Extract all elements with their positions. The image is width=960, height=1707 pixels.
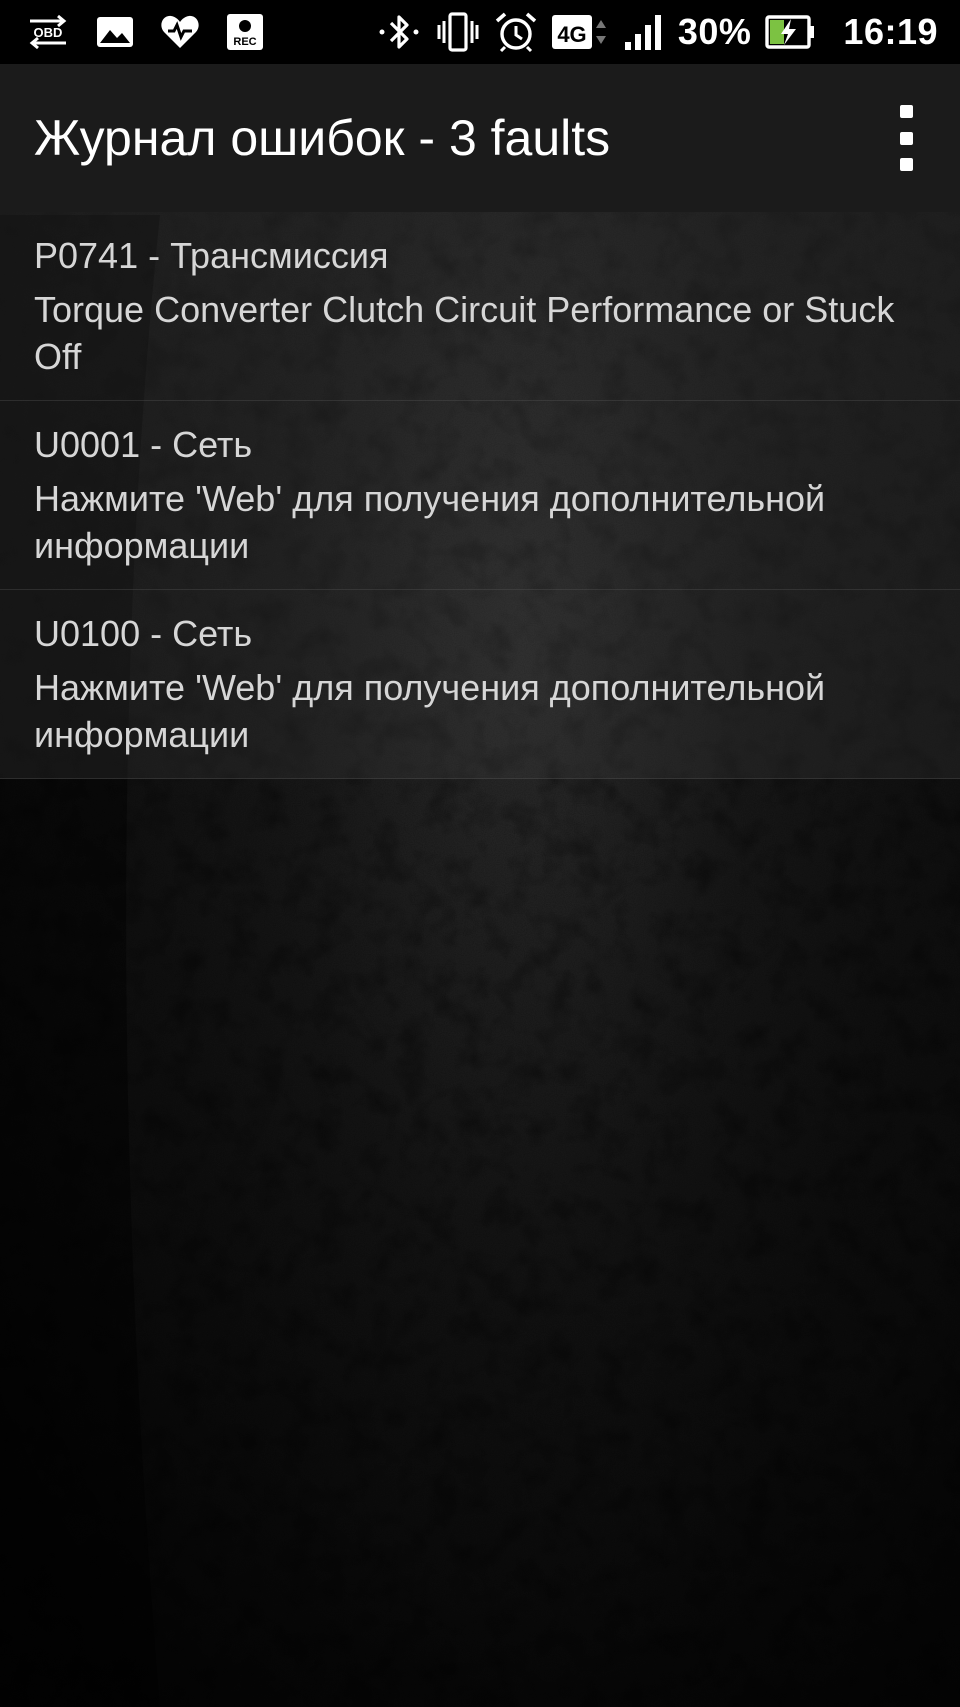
network-4g-icon: 4G bbox=[551, 12, 610, 52]
obd-icon: OBD bbox=[26, 12, 70, 52]
status-bar: OBD REC 4G 30% 16:19 bbox=[0, 0, 960, 64]
fault-item-u0001[interactable]: U0001 - Сеть Нажмите 'Web' для получения… bbox=[0, 401, 960, 590]
fault-item-p0741[interactable]: P0741 - Трансмиссия Torque Converter Clu… bbox=[0, 212, 960, 401]
vibrate-icon bbox=[436, 11, 480, 53]
battery-percent: 30% bbox=[677, 11, 752, 52]
fault-list: P0741 - Трансмиссия Torque Converter Clu… bbox=[0, 212, 960, 779]
fault-description: Нажмите 'Web' для получения дополнительн… bbox=[34, 667, 826, 755]
image-icon bbox=[96, 16, 134, 48]
rec-icon: REC bbox=[226, 13, 264, 51]
battery-charging-icon bbox=[765, 14, 817, 50]
fault-code: P0741 - Трансмиссия bbox=[34, 235, 389, 276]
heart-icon bbox=[160, 14, 200, 50]
app-bar: Журнал ошибок - 3 faults bbox=[0, 64, 960, 212]
fault-code: U0100 - Сеть bbox=[34, 613, 253, 654]
fault-item-u0100[interactable]: U0100 - Сеть Нажмите 'Web' для получения… bbox=[0, 590, 960, 779]
page-title: Журнал ошибок - 3 faults bbox=[34, 110, 611, 166]
obd-label: OBD bbox=[34, 25, 63, 40]
fault-code: U0001 - Сеть bbox=[34, 424, 253, 465]
signal-icon bbox=[624, 12, 664, 52]
network-4g-label: 4G bbox=[557, 22, 586, 47]
overflow-dot bbox=[899, 158, 913, 171]
status-bar-system: 4G 30% 16:19 bbox=[362, 11, 938, 53]
screen: OBD REC 4G 30% 16:19 Журнал ошибок - 3 f… bbox=[0, 0, 960, 1707]
rec-label: REC bbox=[233, 36, 256, 48]
overflow-dot bbox=[899, 105, 913, 118]
fault-description: Torque Converter Clutch Circuit Performa… bbox=[34, 289, 895, 377]
fault-description: Нажмите 'Web' для получения дополнительн… bbox=[34, 478, 826, 566]
status-bar-notifications: OBD REC bbox=[26, 12, 290, 52]
clock: 16:19 bbox=[843, 11, 938, 52]
overflow-dot bbox=[899, 131, 913, 145]
bluetooth-icon bbox=[376, 12, 422, 52]
overflow-menu-button[interactable] bbox=[886, 103, 926, 173]
alarm-icon bbox=[494, 11, 538, 53]
